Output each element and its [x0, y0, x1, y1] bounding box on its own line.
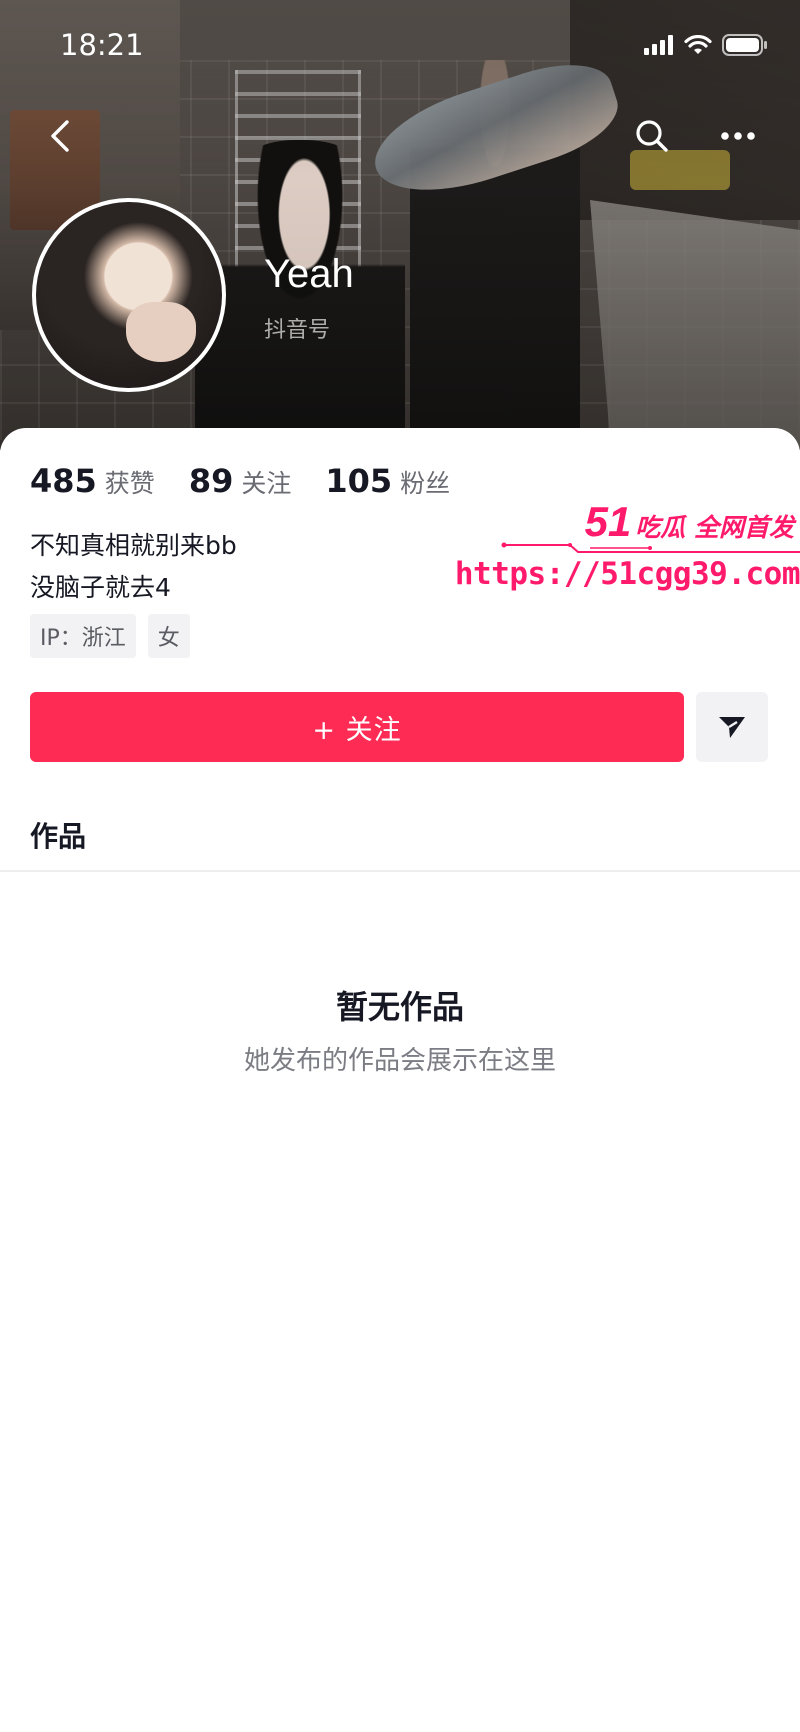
watermark-brand-text: 吃瓜 全网首发 — [635, 513, 794, 542]
wifi-icon — [684, 34, 712, 60]
battery-icon — [722, 34, 768, 60]
tab-divider — [0, 870, 800, 872]
profile-bio: 不知真相就别来bb 没脑子就去4 — [30, 525, 237, 609]
share-icon — [719, 717, 745, 738]
back-button[interactable] — [30, 106, 90, 166]
follow-button[interactable]: + 关注 — [30, 692, 684, 762]
stat-likes[interactable]: 485 获赞 — [30, 462, 155, 500]
search-button[interactable] — [622, 106, 682, 166]
stat-value: 485 — [30, 462, 97, 500]
profile-nickname: Yeah — [264, 252, 354, 296]
search-icon — [636, 120, 668, 152]
stat-followers[interactable]: 105 粉丝 — [325, 462, 450, 500]
stat-label: 关注 — [241, 469, 292, 498]
status-time: 18:21 — [60, 28, 144, 62]
watermark-brand: 51 吃瓜 全网首发 — [585, 498, 794, 546]
back-icon — [51, 120, 69, 152]
avatar[interactable] — [32, 198, 226, 392]
profile-stats: 485 获赞 89 关注 105 粉丝 — [30, 462, 484, 500]
watermark: 51 吃瓜 全网首发 https://51cgg39.com — [455, 498, 800, 598]
profile-tags: IP：浙江 女 — [30, 614, 190, 658]
watermark-number: 51 — [584, 498, 632, 545]
status-icons — [644, 34, 768, 60]
douyin-id-label[interactable]: 抖音号 — [264, 312, 330, 344]
tag-gender: 女 — [147, 614, 190, 658]
more-button[interactable] — [708, 106, 768, 166]
stat-value: 89 — [188, 462, 234, 500]
watermark-url: https://51cgg39.com — [454, 556, 800, 592]
stat-label: 获赞 — [104, 469, 155, 498]
tab-works[interactable]: 作品 — [30, 815, 86, 855]
bio-line: 不知真相就别来bb — [30, 531, 237, 560]
stat-label: 粉丝 — [400, 469, 451, 498]
empty-state-subtitle: 她发布的作品会展示在这里 — [243, 1046, 556, 1076]
bio-line: 没脑子就去4 — [30, 573, 171, 602]
more-icon — [721, 132, 755, 140]
watermark-circuit-icon — [501, 542, 800, 553]
stat-following[interactable]: 89 关注 — [189, 462, 292, 500]
share-button[interactable] — [696, 692, 768, 762]
signal-icon — [644, 35, 674, 59]
tag-ip-location: IP：浙江 — [30, 614, 136, 658]
stat-value: 105 — [325, 462, 393, 500]
empty-state-title: 暂无作品 — [335, 988, 464, 1026]
